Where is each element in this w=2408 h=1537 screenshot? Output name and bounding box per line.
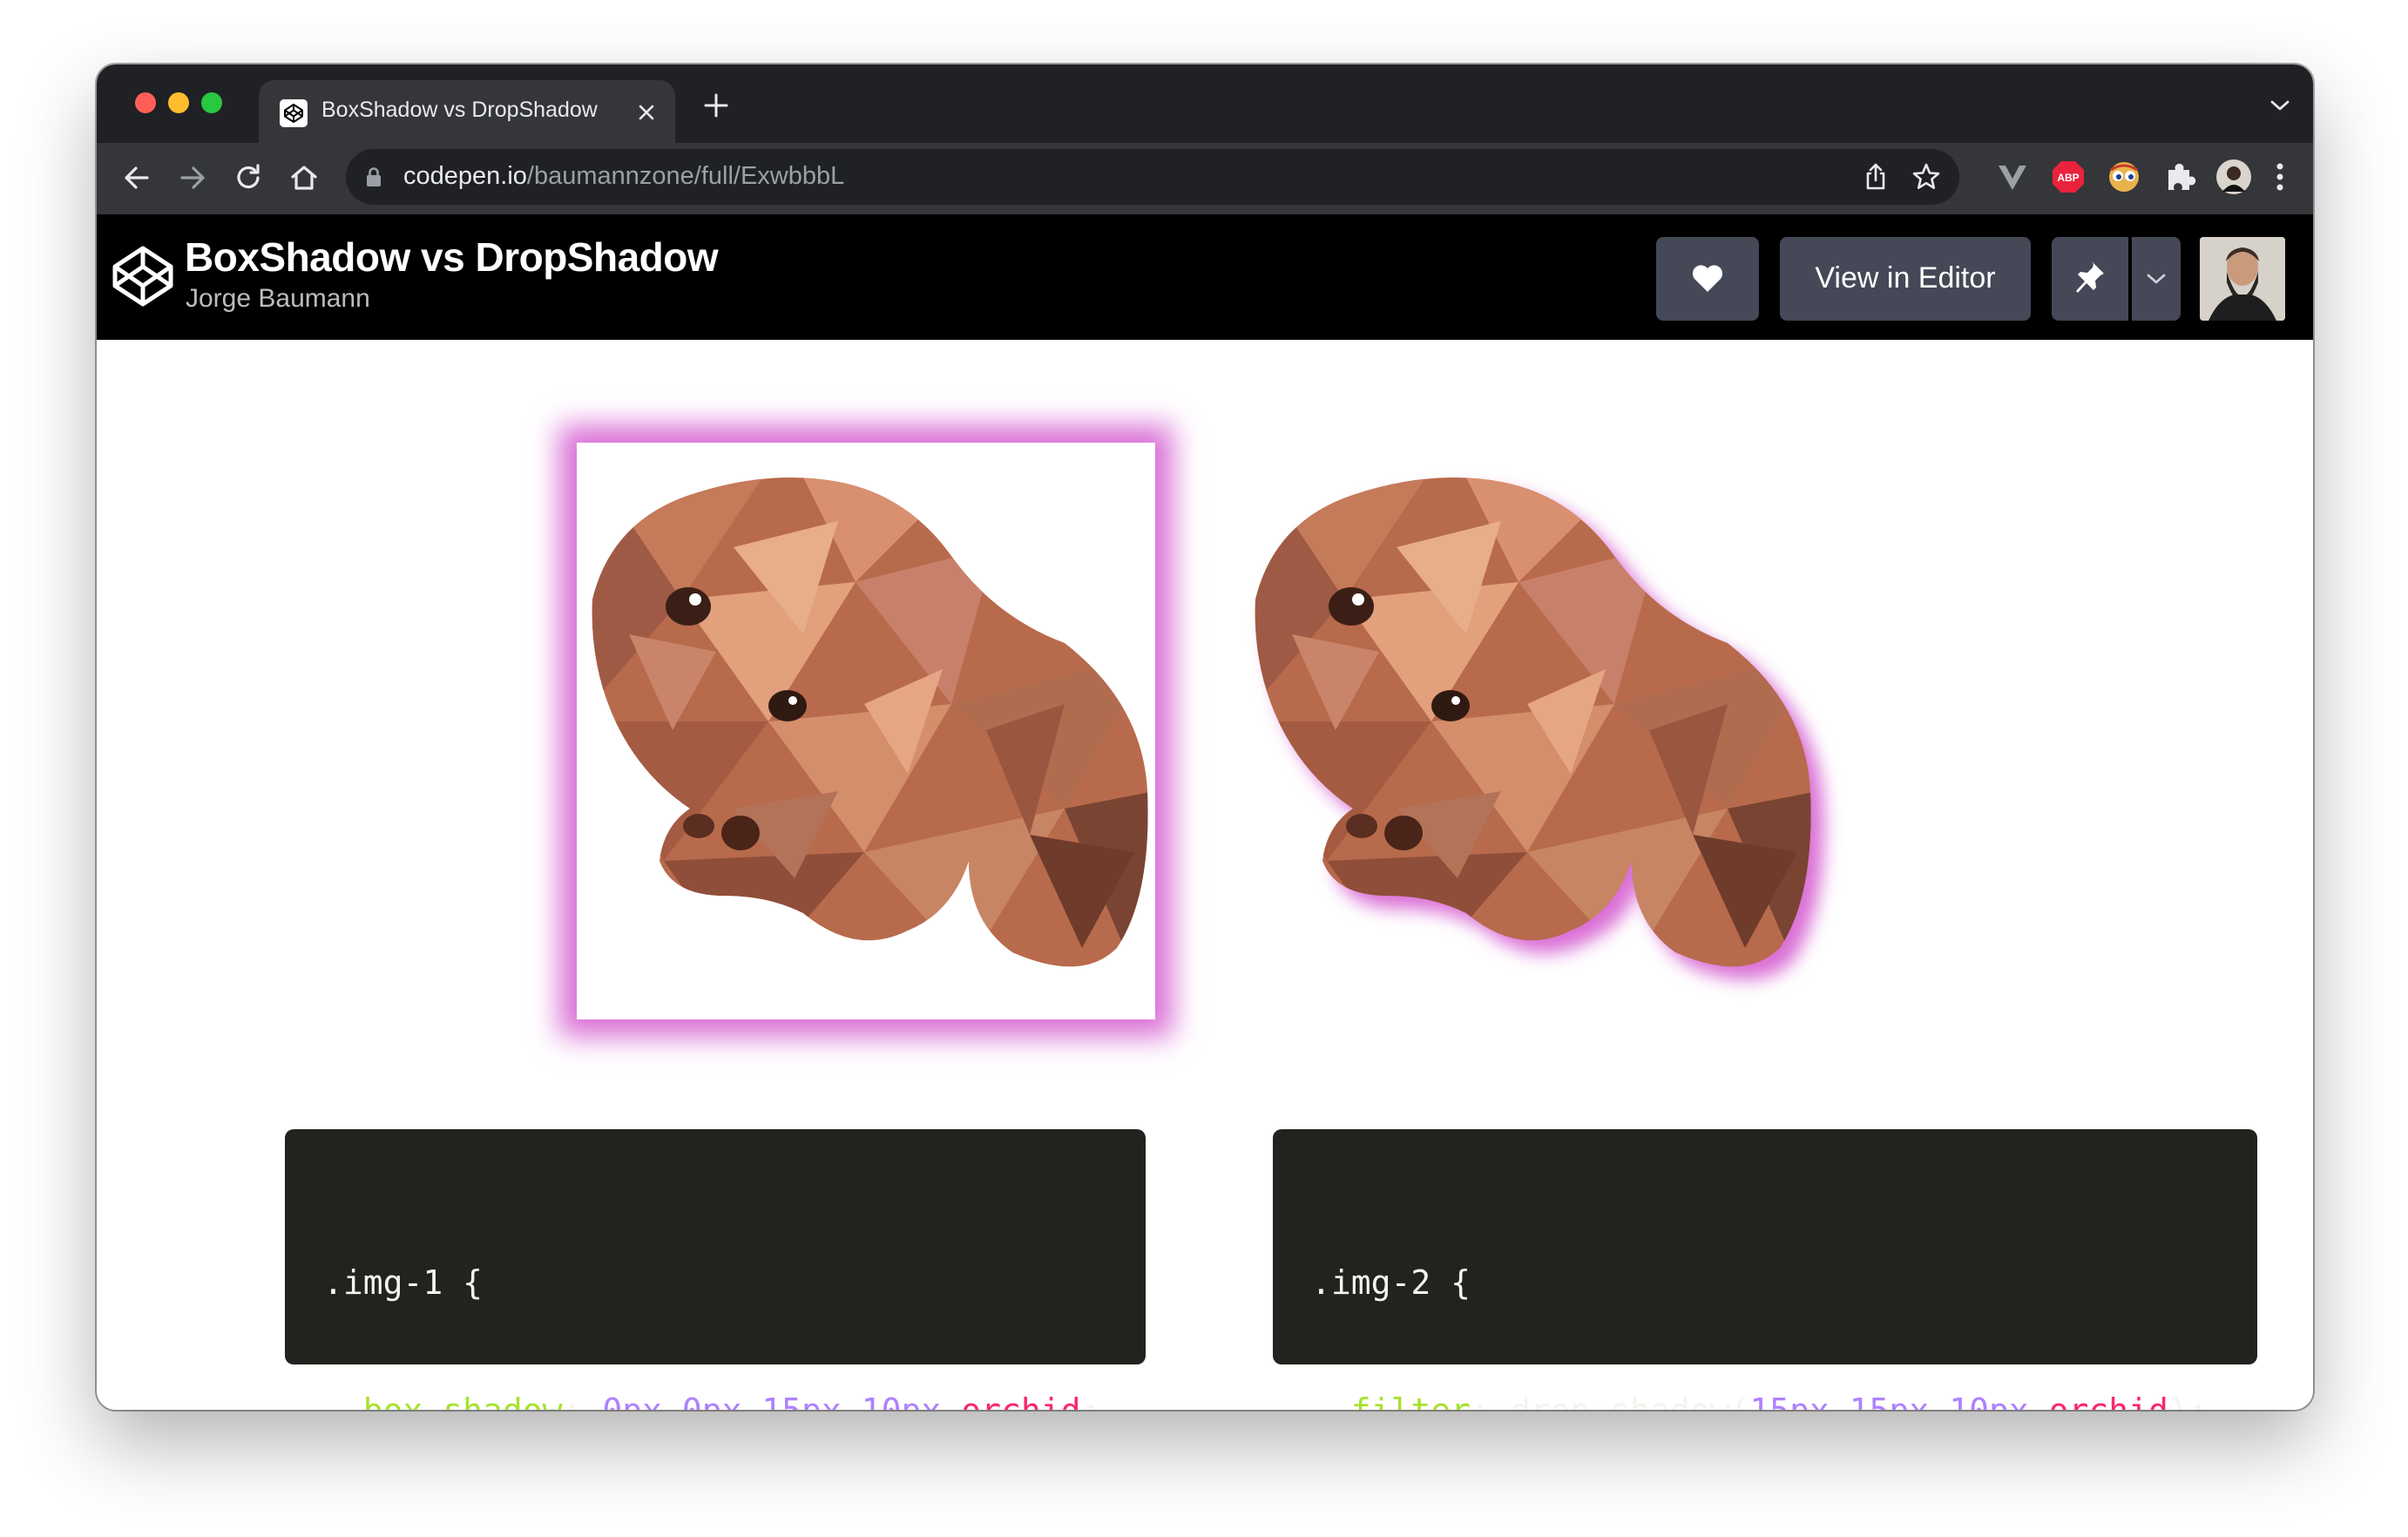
- codepen-header: BoxShadow vs DropShadow Jorge Baumann Vi…: [97, 214, 2313, 340]
- view-in-editor-button[interactable]: View in Editor: [1780, 237, 2031, 321]
- minimize-window-button[interactable]: [168, 92, 189, 113]
- profile-avatar-icon[interactable]: [2215, 159, 2252, 195]
- tab-title: BoxShadow vs DropShadow: [321, 98, 598, 122]
- code-block-drop-shadow: .img-2 { filter: drop-shadow(15px 15px 1…: [1273, 1129, 2257, 1410]
- view-in-editor-label: View in Editor: [1815, 261, 1996, 295]
- tab-active[interactable]: BoxShadow vs DropShadow: [259, 80, 675, 145]
- pin-dropdown-button[interactable]: [2132, 237, 2181, 321]
- code-selector: .img-1 {: [323, 1263, 484, 1302]
- code-block-box-shadow: .img-1 { box-shadow: 0px 0px 15px 10px o…: [285, 1129, 1146, 1410]
- user-avatar-image: [2200, 237, 2285, 321]
- adblock-plus-icon[interactable]: ABP: [2050, 159, 2087, 195]
- vivaldi-icon[interactable]: [1994, 159, 2031, 195]
- code-function: drop-shadow(: [1511, 1391, 1750, 1410]
- puzzle-icon[interactable]: [2161, 159, 2198, 195]
- code-color-keyword: orchid: [2049, 1391, 2168, 1410]
- browser-window: BoxShadow vs DropShadow codepen.io/bauma…: [97, 64, 2313, 1410]
- code-colon: :: [563, 1391, 583, 1410]
- pen-title: BoxShadow vs DropShadow: [185, 234, 719, 280]
- new-tab-icon[interactable]: [703, 92, 729, 118]
- chevron-down-icon[interactable]: [2269, 98, 2290, 113]
- dog-portrait-image: [1255, 477, 1811, 967]
- back-arrow-icon[interactable]: [119, 160, 154, 195]
- code-value: 15px: [761, 1391, 842, 1410]
- code-value: 0px: [602, 1391, 662, 1410]
- abp-label: ABP: [2057, 172, 2079, 184]
- pen-preview: .img-1 { box-shadow: 0px 0px 15px 10px o…: [97, 340, 2313, 1410]
- browser-toolbar: codepen.io/baumannzone/full/ExwbbbL ABP: [97, 143, 2313, 214]
- share-icon[interactable]: [1860, 161, 1891, 193]
- code-value: 15px: [1850, 1391, 1930, 1410]
- maximize-window-button[interactable]: [201, 92, 222, 113]
- code-property: box-shadow: [363, 1391, 563, 1410]
- codepen-logo-icon[interactable]: [111, 244, 175, 308]
- tab-close-icon[interactable]: [633, 99, 659, 125]
- address-bar[interactable]: codepen.io/baumannzone/full/ExwbbbL: [346, 149, 1959, 205]
- code-selector: .img-2 {: [1311, 1263, 1471, 1302]
- code-value: 15px: [1749, 1391, 1830, 1410]
- box-shadow-image: [577, 443, 1155, 1019]
- code-color-keyword: orchid: [961, 1391, 1080, 1410]
- lock-icon[interactable]: [365, 166, 382, 187]
- url-path: /baumannzone/full/ExwbbbL: [526, 162, 845, 190]
- code-value: 0px: [682, 1391, 742, 1410]
- drop-shadow-image: [1240, 443, 1818, 1019]
- code-suffix: ;: [1080, 1391, 1100, 1410]
- pin-icon: [2076, 261, 2104, 293]
- dog-portrait-image: [592, 477, 1148, 967]
- forward-arrow-icon[interactable]: [175, 160, 210, 195]
- pen-author[interactable]: Jorge Baumann: [186, 284, 370, 314]
- chevron-down-icon: [2147, 274, 2166, 284]
- more-menu-icon[interactable]: [2271, 159, 2289, 195]
- codepen-favicon-icon: [280, 99, 308, 127]
- code-suffix: );: [2168, 1391, 2208, 1410]
- url-text[interactable]: codepen.io/baumannzone/full/ExwbbbL: [403, 162, 844, 191]
- user-avatar[interactable]: [2200, 237, 2285, 321]
- like-button[interactable]: [1656, 237, 1759, 321]
- code-value: 10px: [862, 1391, 942, 1410]
- heart-icon: [1692, 265, 1723, 292]
- extension-eyes-icon[interactable]: [2106, 159, 2142, 195]
- url-host: codepen.io: [403, 162, 527, 190]
- home-icon[interactable]: [287, 160, 321, 195]
- close-window-button[interactable]: [135, 92, 156, 113]
- code-property: filter: [1351, 1391, 1471, 1410]
- code-value: 10px: [1949, 1391, 2029, 1410]
- tab-strip: BoxShadow vs DropShadow: [97, 64, 2313, 145]
- pin-button[interactable]: [2052, 237, 2128, 321]
- reload-icon[interactable]: [231, 160, 266, 195]
- star-bookmark-icon[interactable]: [1911, 161, 1942, 193]
- code-colon: :: [1471, 1391, 1491, 1410]
